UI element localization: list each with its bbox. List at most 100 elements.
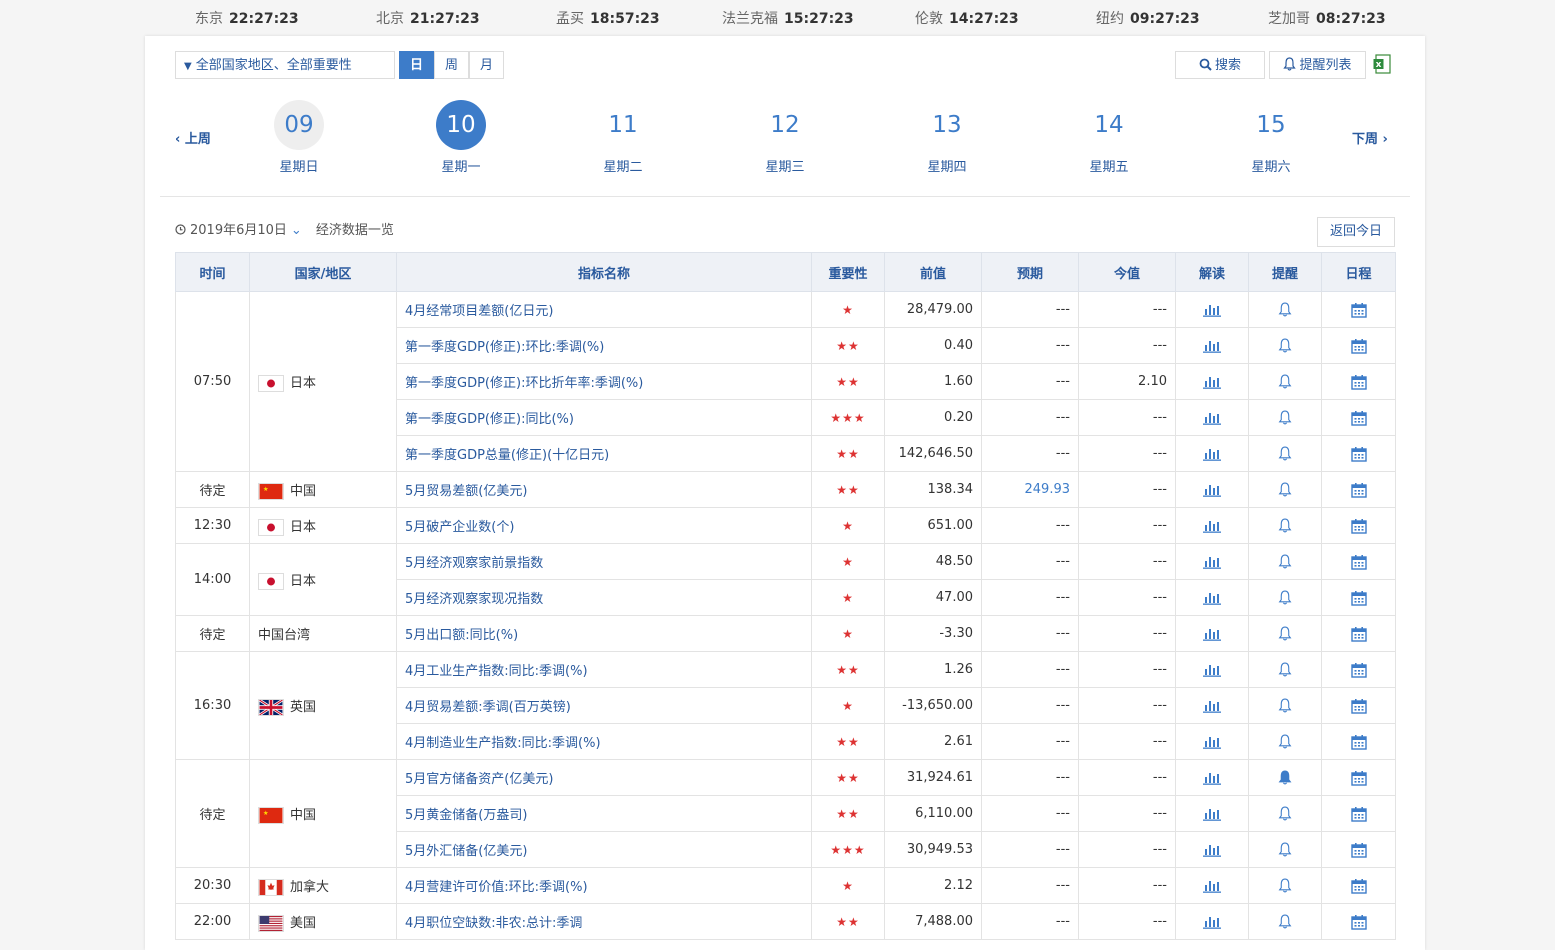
alert-cell[interactable] bbox=[1248, 363, 1322, 400]
indicator-name-link[interactable]: 4月工业生产指数:同比:季调(%) bbox=[396, 651, 812, 688]
period-day-button[interactable]: 日 bbox=[399, 51, 434, 79]
bar-chart-icon[interactable] bbox=[1203, 663, 1221, 677]
bell-icon[interactable] bbox=[1278, 878, 1292, 893]
bar-chart-icon[interactable] bbox=[1203, 303, 1221, 317]
bell-icon[interactable] bbox=[1278, 914, 1292, 929]
schedule-cell[interactable] bbox=[1321, 615, 1396, 652]
schedule-cell[interactable] bbox=[1321, 363, 1396, 400]
schedule-cell[interactable] bbox=[1321, 651, 1396, 688]
calendar-icon[interactable] bbox=[1350, 374, 1367, 390]
alert-cell[interactable] bbox=[1248, 615, 1322, 652]
bell-icon[interactable] bbox=[1278, 806, 1292, 821]
bar-chart-icon[interactable] bbox=[1203, 591, 1221, 605]
calendar-icon[interactable] bbox=[1350, 806, 1367, 822]
indicator-name-link[interactable]: 第一季度GDP(修正):环比:季调(%) bbox=[396, 327, 812, 364]
bar-chart-icon[interactable] bbox=[1203, 843, 1221, 857]
analysis-cell[interactable] bbox=[1175, 543, 1249, 580]
schedule-cell[interactable] bbox=[1321, 579, 1396, 616]
calendar-icon[interactable] bbox=[1350, 518, 1367, 534]
back-to-today-button[interactable]: 返回今日 bbox=[1317, 217, 1395, 247]
bell-icon[interactable] bbox=[1278, 446, 1292, 461]
indicator-name-link[interactable]: 4月制造业生产指数:同比:季调(%) bbox=[396, 723, 812, 760]
search-button[interactable]: 搜索 bbox=[1175, 51, 1265, 79]
indicator-name-link[interactable]: 第一季度GDP(修正):同比(%) bbox=[396, 399, 812, 436]
indicator-name-link[interactable]: 4月职位空缺数:非农:总计:季调 bbox=[396, 903, 812, 940]
calendar-icon[interactable] bbox=[1350, 914, 1367, 930]
bell-icon[interactable] bbox=[1278, 662, 1292, 677]
analysis-cell[interactable] bbox=[1175, 327, 1249, 364]
alert-list-button[interactable]: 提醒列表 bbox=[1269, 51, 1366, 79]
analysis-cell[interactable] bbox=[1175, 363, 1249, 400]
schedule-cell[interactable] bbox=[1321, 723, 1396, 760]
calendar-icon[interactable] bbox=[1350, 482, 1367, 498]
calendar-icon[interactable] bbox=[1350, 734, 1367, 750]
schedule-cell[interactable] bbox=[1321, 795, 1396, 832]
bar-chart-icon[interactable] bbox=[1203, 807, 1221, 821]
alert-cell[interactable] bbox=[1248, 399, 1322, 436]
bar-chart-icon[interactable] bbox=[1203, 555, 1221, 569]
schedule-cell[interactable] bbox=[1321, 867, 1396, 904]
calendar-icon[interactable] bbox=[1350, 590, 1367, 606]
schedule-cell[interactable] bbox=[1321, 507, 1396, 544]
analysis-cell[interactable] bbox=[1175, 651, 1249, 688]
schedule-cell[interactable] bbox=[1321, 327, 1396, 364]
day-item[interactable]: 14 星期五 bbox=[1059, 100, 1159, 175]
bell-icon[interactable] bbox=[1278, 374, 1292, 389]
alert-cell[interactable] bbox=[1248, 687, 1322, 724]
bell-icon[interactable] bbox=[1278, 338, 1292, 353]
analysis-cell[interactable] bbox=[1175, 579, 1249, 616]
period-week-button[interactable]: 周 bbox=[434, 51, 469, 79]
schedule-cell[interactable] bbox=[1321, 435, 1396, 472]
analysis-cell[interactable] bbox=[1175, 867, 1249, 904]
day-item[interactable]: 11 星期二 bbox=[573, 100, 673, 175]
prev-week-link[interactable]: ‹ 上周 bbox=[175, 128, 211, 147]
indicator-name-link[interactable]: 5月经济观察家现况指数 bbox=[396, 579, 812, 616]
day-item[interactable]: 12 星期三 bbox=[735, 100, 835, 175]
calendar-icon[interactable] bbox=[1350, 626, 1367, 642]
analysis-cell[interactable] bbox=[1175, 687, 1249, 724]
calendar-icon[interactable] bbox=[1350, 446, 1367, 462]
schedule-cell[interactable] bbox=[1321, 471, 1396, 508]
alert-cell[interactable] bbox=[1248, 291, 1322, 328]
bar-chart-icon[interactable] bbox=[1203, 519, 1221, 533]
bar-chart-icon[interactable] bbox=[1203, 879, 1221, 893]
calendar-icon[interactable] bbox=[1350, 410, 1367, 426]
bell-icon[interactable] bbox=[1278, 698, 1292, 713]
analysis-cell[interactable] bbox=[1175, 759, 1249, 796]
bar-chart-icon[interactable] bbox=[1203, 735, 1221, 749]
indicator-name-link[interactable]: 4月经常项目差额(亿日元) bbox=[396, 291, 812, 328]
day-item[interactable]: 10 星期一 bbox=[411, 100, 511, 175]
bar-chart-icon[interactable] bbox=[1203, 627, 1221, 641]
bell-icon[interactable] bbox=[1278, 302, 1292, 317]
bell-icon[interactable] bbox=[1278, 518, 1292, 533]
bar-chart-icon[interactable] bbox=[1203, 915, 1221, 929]
bar-chart-icon[interactable] bbox=[1203, 411, 1221, 425]
alert-cell[interactable] bbox=[1248, 579, 1322, 616]
next-week-link[interactable]: 下周 › bbox=[1352, 128, 1388, 147]
alert-cell[interactable] bbox=[1248, 903, 1322, 940]
date-selector[interactable]: 2019年6月10日 ⌄ 经济数据一览 bbox=[175, 219, 394, 238]
calendar-icon[interactable] bbox=[1350, 698, 1367, 714]
analysis-cell[interactable] bbox=[1175, 615, 1249, 652]
calendar-icon[interactable] bbox=[1350, 554, 1367, 570]
schedule-cell[interactable] bbox=[1321, 903, 1396, 940]
bell-icon[interactable] bbox=[1278, 410, 1292, 425]
bar-chart-icon[interactable] bbox=[1203, 699, 1221, 713]
schedule-cell[interactable] bbox=[1321, 543, 1396, 580]
alert-cell[interactable] bbox=[1248, 831, 1322, 868]
indicator-name-link[interactable]: 第一季度GDP(修正):环比折年率:季调(%) bbox=[396, 363, 812, 400]
indicator-name-link[interactable]: 4月营建许可价值:环比:季调(%) bbox=[396, 867, 812, 904]
calendar-icon[interactable] bbox=[1350, 878, 1367, 894]
bar-chart-icon[interactable] bbox=[1203, 483, 1221, 497]
indicator-name-link[interactable]: 4月贸易差额:季调(百万英镑) bbox=[396, 687, 812, 724]
bell-icon[interactable] bbox=[1278, 842, 1292, 857]
bell-icon[interactable] bbox=[1278, 590, 1292, 605]
alert-cell[interactable] bbox=[1248, 327, 1322, 364]
alert-cell[interactable] bbox=[1248, 543, 1322, 580]
bar-chart-icon[interactable] bbox=[1203, 447, 1221, 461]
alert-cell[interactable] bbox=[1248, 435, 1322, 472]
indicator-name-link[interactable]: 5月官方储备资产(亿美元) bbox=[396, 759, 812, 796]
bell-icon[interactable] bbox=[1278, 482, 1292, 497]
alert-cell[interactable] bbox=[1248, 759, 1322, 796]
analysis-cell[interactable] bbox=[1175, 471, 1249, 508]
